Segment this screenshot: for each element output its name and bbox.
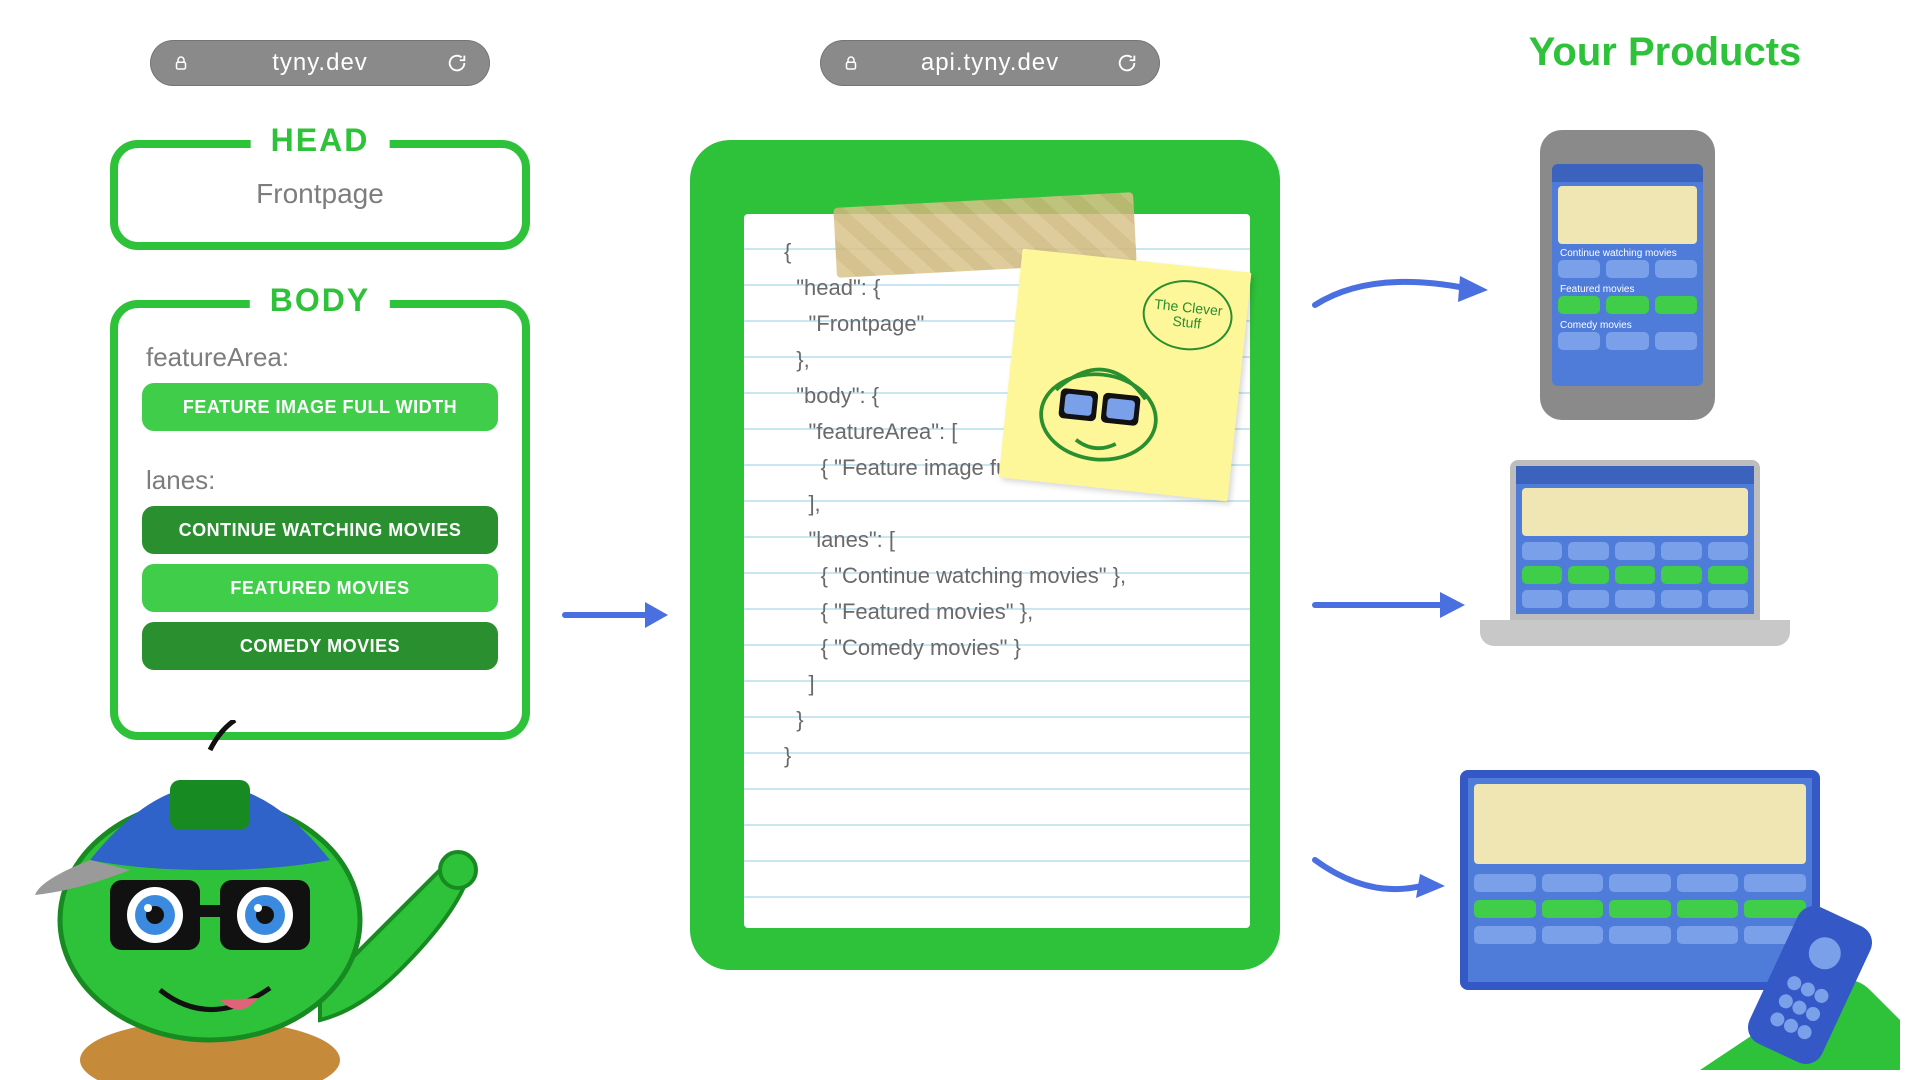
lanes-label: lanes: [146,465,498,496]
remote-hand-icon [1700,900,1900,1070]
urlbar-left: tyny.dev [150,40,490,86]
head-panel-label: HEAD [251,122,390,159]
lane-item[interactable]: COMEDY MOVIES [142,622,498,670]
device-phone: Continue watching movies Featured movies… [1540,130,1715,420]
refresh-icon [1116,52,1138,74]
arrow-2-phone [1310,260,1490,325]
device-laptop [1480,460,1790,660]
turtle-mascot [20,720,500,1080]
api-tablet: { "head": { "Frontpage" }, "body": { "fe… [690,140,1280,970]
phone-row2-label: Featured movies [1560,284,1634,295]
refresh-icon [446,52,468,74]
phone-row3-label: Comedy movies [1560,320,1632,331]
arrow-3-laptop [1310,580,1470,635]
your-products-title: Your Products [1480,30,1850,75]
arrow-1 [560,590,670,645]
featurearea-label: featureArea: [146,342,498,373]
phone-row1-label: Continue watching movies [1560,248,1677,259]
body-panel-label: BODY [250,282,390,319]
turtle-face-icon [1018,312,1183,477]
arrow-4-tv [1310,850,1450,915]
head-value: Frontpage [118,178,522,210]
lock-icon [842,54,860,72]
urlbar-left-text: tyny.dev [272,49,368,77]
head-panel: HEAD Frontpage [110,140,530,250]
lane-item[interactable]: FEATURED MOVIES [142,564,498,612]
featurearea-item[interactable]: FEATURE IMAGE FULL WIDTH [142,383,498,431]
urlbar-center-text: api.tyny.dev [921,49,1059,77]
body-panel: BODY featureArea: FEATURE IMAGE FULL WID… [110,300,530,740]
lane-item[interactable]: CONTINUE WATCHING MOVIES [142,506,498,554]
urlbar-center: api.tyny.dev [820,40,1160,86]
lock-icon [172,54,190,72]
sticky-note: The Clever Stuff [999,249,1252,502]
